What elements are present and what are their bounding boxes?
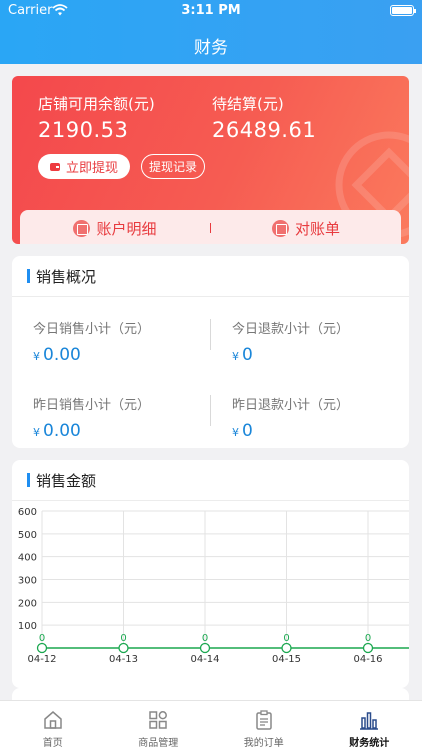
pending-settlement-value: 26489.61 — [212, 118, 317, 142]
chart-y-tick-label: 300 — [18, 576, 37, 587]
sales-amount-title: 销售金额 — [36, 471, 97, 490]
pending-settlement-label: 待结算(元) — [212, 95, 284, 113]
yesterday-sales-label: 昨日销售小计（元） — [33, 398, 151, 413]
tab-account-details-label: 账户明细 — [96, 219, 157, 238]
today-sales-value: ¥0.00 — [33, 345, 81, 365]
chart-data-label: 0 — [283, 633, 289, 644]
chart-x-tick-label: 04-15 — [272, 654, 301, 665]
chart-x-tick-label: 04-13 — [109, 654, 138, 665]
tab-statement[interactable]: 对账单 — [211, 210, 401, 244]
app-header: Carrier 3:11 PM 财务 — [0, 0, 422, 64]
chart-x-tick-label: 04-12 — [27, 654, 56, 665]
stat-divider — [210, 395, 211, 426]
nav-orders[interactable]: 我的订单 — [211, 701, 317, 750]
status-bar: Carrier 3:11 PM — [0, 0, 422, 22]
sales-amount-card: 销售金额 600 500 400 300 200 100 0 04-12 0 04-13 0 04-1… — [12, 460, 409, 688]
chart-y-tick-label: 100 — [18, 621, 37, 632]
nav-finance-stats-label: 财务统计 — [349, 738, 390, 749]
page-title: 财务 — [194, 38, 228, 58]
tab-statement-label: 对账单 — [294, 219, 340, 238]
chart-x-tick-label: 04-16 — [353, 654, 382, 665]
yesterday-refund-stat: 昨日退款小计（元） ¥0 — [232, 394, 409, 441]
sales-amount-header: 销售金额 — [12, 460, 409, 500]
today-refund-value: ¥0 — [232, 345, 253, 365]
today-refund-stat: 今日退款小计（元） ¥0 — [232, 318, 409, 365]
chart-data-point — [281, 642, 292, 654]
statement-icon — [271, 219, 289, 237]
chart-data-label: 0 — [202, 633, 208, 644]
chart-x-tick-label: 04-14 — [190, 654, 219, 665]
clipboard-icon — [256, 710, 272, 730]
bar-chart-icon — [360, 712, 379, 730]
sales-amount-chart: 600500400300200100004-12004-13004-14004-… — [18, 507, 409, 665]
sales-overview-card: 销售概况 今日销售小计（元） ¥0.00 今日退款小计（元） ¥0 昨日销售小计… — [12, 256, 409, 448]
sales-overview-title: 销售概况 — [36, 267, 97, 286]
chart-data-point — [118, 642, 129, 654]
chart-y-tick-label: 600 — [18, 507, 37, 518]
today-sales-stat: 今日销售小计（元） ¥0.00 — [33, 318, 213, 365]
chart-data-label: 0 — [39, 633, 45, 644]
chart-y-tick-label: 200 — [18, 598, 37, 609]
available-balance-label: 店铺可用余额(元) — [38, 95, 155, 113]
chart-data-point — [362, 642, 374, 654]
battery-icon — [390, 5, 416, 16]
stat-divider — [210, 319, 211, 350]
nav-orders-label: 我的订单 — [243, 738, 284, 749]
account-tabs: 账户明细 对账单 — [20, 210, 401, 244]
today-sales-label: 今日销售小计（元） — [33, 322, 151, 337]
yesterday-sales-stat: 昨日销售小计（元） ¥0.00 — [33, 394, 213, 441]
yesterday-refund-value: ¥0 — [232, 421, 253, 441]
chart-data-point — [36, 642, 48, 654]
wallet-icon — [49, 162, 60, 171]
chart-data-point — [199, 642, 211, 654]
section-accent — [27, 269, 30, 283]
home-icon — [44, 711, 62, 729]
balance-card: 店铺可用余额(元) 2190.53 待结算(元) 26489.61 立即提现 提… — [12, 76, 409, 244]
today-refund-label: 今日退款小计（元） — [232, 322, 350, 337]
section-accent — [27, 473, 30, 487]
chart-y-tick-label: 500 — [18, 530, 37, 541]
yesterday-refund-label: 昨日退款小计（元） — [232, 398, 350, 413]
chart-data-label: 0 — [120, 633, 126, 644]
chart-data-label: 0 — [365, 633, 371, 644]
bottom-tab-bar: 首页 商品管理 我的订单 财务统计 — [0, 700, 422, 750]
nav-products-label: 商品管理 — [138, 738, 179, 749]
sales-overview-header: 销售概况 — [12, 256, 409, 296]
withdraw-now-button[interactable]: 立即提现 — [38, 154, 130, 179]
yesterday-sales-value: ¥0.00 — [33, 421, 81, 441]
tab-account-details[interactable]: 账户明细 — [20, 210, 210, 244]
card-divider — [12, 296, 409, 297]
chart-y-tick-label: 400 — [18, 553, 37, 564]
ledger-icon — [73, 219, 91, 237]
grid-icon — [149, 711, 168, 729]
withdraw-now-label: 立即提现 — [65, 161, 118, 176]
available-balance-value: 2190.53 — [38, 118, 129, 142]
nav-home[interactable]: 首页 — [0, 701, 106, 750]
nav-home-label: 首页 — [42, 738, 63, 749]
withdrawal-records-button[interactable]: 提现记录 — [141, 154, 205, 179]
nav-products[interactable]: 商品管理 — [106, 701, 212, 750]
status-time: 3:11 PM — [181, 3, 241, 18]
nav-finance-stats[interactable]: 财务统计 — [317, 701, 422, 750]
